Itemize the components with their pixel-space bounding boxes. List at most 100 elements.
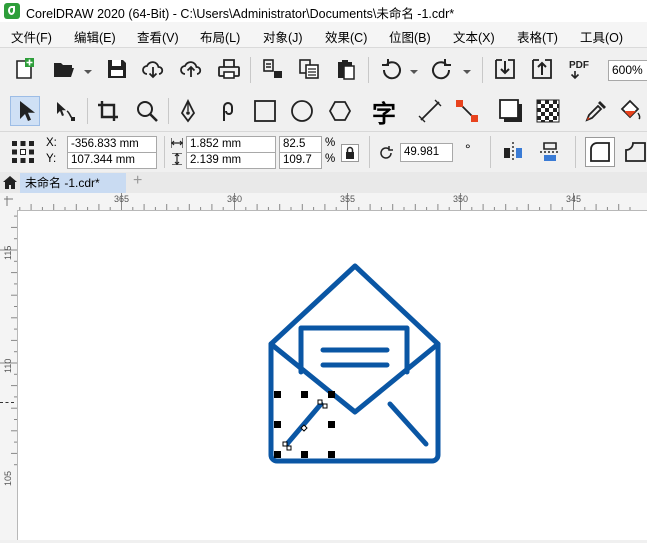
toolbox-toolbar: 字: [0, 91, 647, 132]
interactive-fill-tool-button[interactable]: [616, 96, 646, 126]
drop-shadow-tool-button[interactable]: [496, 96, 526, 126]
eyedropper-tool-button[interactable]: [581, 96, 611, 126]
menu-file[interactable]: 文件(F): [11, 27, 52, 46]
width-input[interactable]: 1.852 mm: [186, 136, 276, 153]
mirror-horizontal-button[interactable]: [498, 137, 528, 167]
arrow-up-box-icon: [532, 59, 552, 79]
envelope-right-stroke[interactable]: [387, 401, 429, 447]
print-button[interactable]: [214, 54, 244, 84]
pdf-icon: PDF: [569, 60, 589, 80]
open-button[interactable]: [49, 54, 79, 84]
selection-handle[interactable]: [274, 451, 281, 458]
menu-object[interactable]: 对象(J): [263, 27, 303, 46]
ruler-origin[interactable]: [0, 193, 18, 211]
ruler-label: 345: [566, 194, 582, 204]
mirror-vertical-button[interactable]: [535, 137, 565, 167]
selection-handle[interactable]: [301, 451, 308, 458]
scalloped-corner-button[interactable]: [620, 137, 647, 167]
property-bar: X: Y: -356.833 mm 107.344 mm 1.852 mm 2.…: [0, 132, 647, 173]
export-pdf-button[interactable]: PDF: [565, 54, 595, 84]
menu-view[interactable]: 查看(V): [137, 27, 179, 46]
pointer-arrow-icon: [20, 101, 35, 121]
menu-tools[interactable]: 工具(O): [580, 27, 623, 46]
x-label: X:: [46, 137, 57, 149]
cloud-download-button[interactable]: [138, 54, 168, 84]
round-corner-button[interactable]: [585, 137, 615, 167]
toolbar-separator: [168, 98, 169, 124]
standard-toolbar: PDF 600%: [0, 48, 647, 92]
node-handle[interactable]: [286, 445, 292, 451]
envelope-left-stroke[interactable]: [284, 401, 324, 447]
shape-tool-button[interactable]: [50, 96, 80, 126]
transparency-tool-button[interactable]: [533, 96, 563, 126]
polygon-tool-button[interactable]: [325, 96, 355, 126]
toolbar-separator: [490, 136, 491, 168]
text-tool-button[interactable]: 字: [369, 96, 399, 128]
horizontal-ruler[interactable]: 365 360 355 350 345: [17, 193, 647, 211]
pen-nib-icon: [180, 99, 196, 123]
menu-effects[interactable]: 效果(C): [325, 27, 367, 46]
drawing-canvas[interactable]: [18, 211, 647, 540]
save-button[interactable]: [102, 54, 132, 84]
parallel-dimension-tool-button[interactable]: [415, 96, 445, 126]
toolbar-separator: [164, 136, 165, 168]
document-tab[interactable]: 未命名 -1.cdr*: [20, 173, 126, 193]
menu-edit[interactable]: 编辑(E): [74, 27, 116, 46]
zoom-tool-button[interactable]: [132, 96, 162, 126]
node-handle[interactable]: [317, 399, 323, 405]
height-input[interactable]: 2.139 mm: [186, 152, 276, 169]
envelope-icon[interactable]: [268, 263, 441, 464]
new-document-icon: [16, 58, 34, 79]
menu-table[interactable]: 表格(T): [517, 27, 558, 46]
selection-handle[interactable]: [328, 451, 335, 458]
rotation-angle-input[interactable]: 49.981: [400, 143, 453, 162]
menu-bitmaps[interactable]: 位图(B): [389, 27, 431, 46]
node-handle[interactable]: [322, 403, 328, 409]
export-button[interactable]: [295, 54, 325, 84]
toolbar-separator: [482, 57, 483, 83]
ruler-label: 115: [3, 245, 13, 260]
import-button[interactable]: [258, 54, 288, 84]
selection-handle[interactable]: [328, 421, 335, 428]
menu-layout[interactable]: 布局(L): [200, 27, 240, 46]
x-position-input[interactable]: -356.833 mm: [67, 136, 157, 153]
scale-x-input[interactable]: 82.5: [279, 136, 322, 153]
artistic-media-tool-button[interactable]: [213, 96, 243, 126]
vertical-ruler[interactable]: 115 110 105: [0, 210, 18, 540]
add-tab-button[interactable]: +: [133, 172, 142, 190]
export-arrow-button[interactable]: [527, 54, 557, 84]
pick-tool-button[interactable]: [10, 96, 40, 126]
selection-handle[interactable]: [274, 391, 281, 398]
freehand-tool-button[interactable]: [173, 96, 203, 126]
selection-handle[interactable]: [301, 391, 308, 398]
publish-button[interactable]: [331, 54, 361, 84]
toolbar-separator: [250, 57, 251, 83]
crop-tool-button[interactable]: [93, 96, 123, 126]
envelope-flap-fold[interactable]: [268, 341, 441, 415]
node-handle[interactable]: [282, 441, 288, 447]
open-dropdown-icon[interactable]: [84, 68, 92, 76]
reference-point-selector[interactable]: [11, 140, 35, 164]
cloud-upload-button[interactable]: [176, 54, 206, 84]
lock-ratio-button[interactable]: [341, 144, 359, 162]
connector-tool-button[interactable]: [452, 96, 482, 126]
undo-dropdown-icon[interactable]: [410, 68, 418, 76]
new-document-button[interactable]: [9, 54, 39, 84]
menu-text[interactable]: 文本(X): [453, 27, 495, 46]
scalloped-corner-icon: [625, 142, 646, 162]
ellipse-tool-button[interactable]: [287, 96, 317, 126]
selection-handle[interactable]: [274, 421, 281, 428]
undo-button[interactable]: [376, 54, 406, 84]
redo-dropdown-icon[interactable]: [463, 68, 471, 76]
scale-y-input[interactable]: 109.7: [279, 152, 322, 169]
rectangle-tool-button[interactable]: [250, 96, 280, 126]
y-position-input[interactable]: 107.344 mm: [67, 152, 157, 169]
zoom-level-input[interactable]: 600%: [608, 60, 647, 81]
selection-handle[interactable]: [328, 391, 335, 398]
ruler-label: 105: [3, 470, 13, 486]
home-icon[interactable]: [3, 176, 17, 189]
import-arrow-button[interactable]: [490, 54, 520, 84]
height-icon: [172, 153, 182, 165]
mirror-horizontal-icon: [504, 142, 522, 162]
redo-button[interactable]: [427, 54, 457, 84]
